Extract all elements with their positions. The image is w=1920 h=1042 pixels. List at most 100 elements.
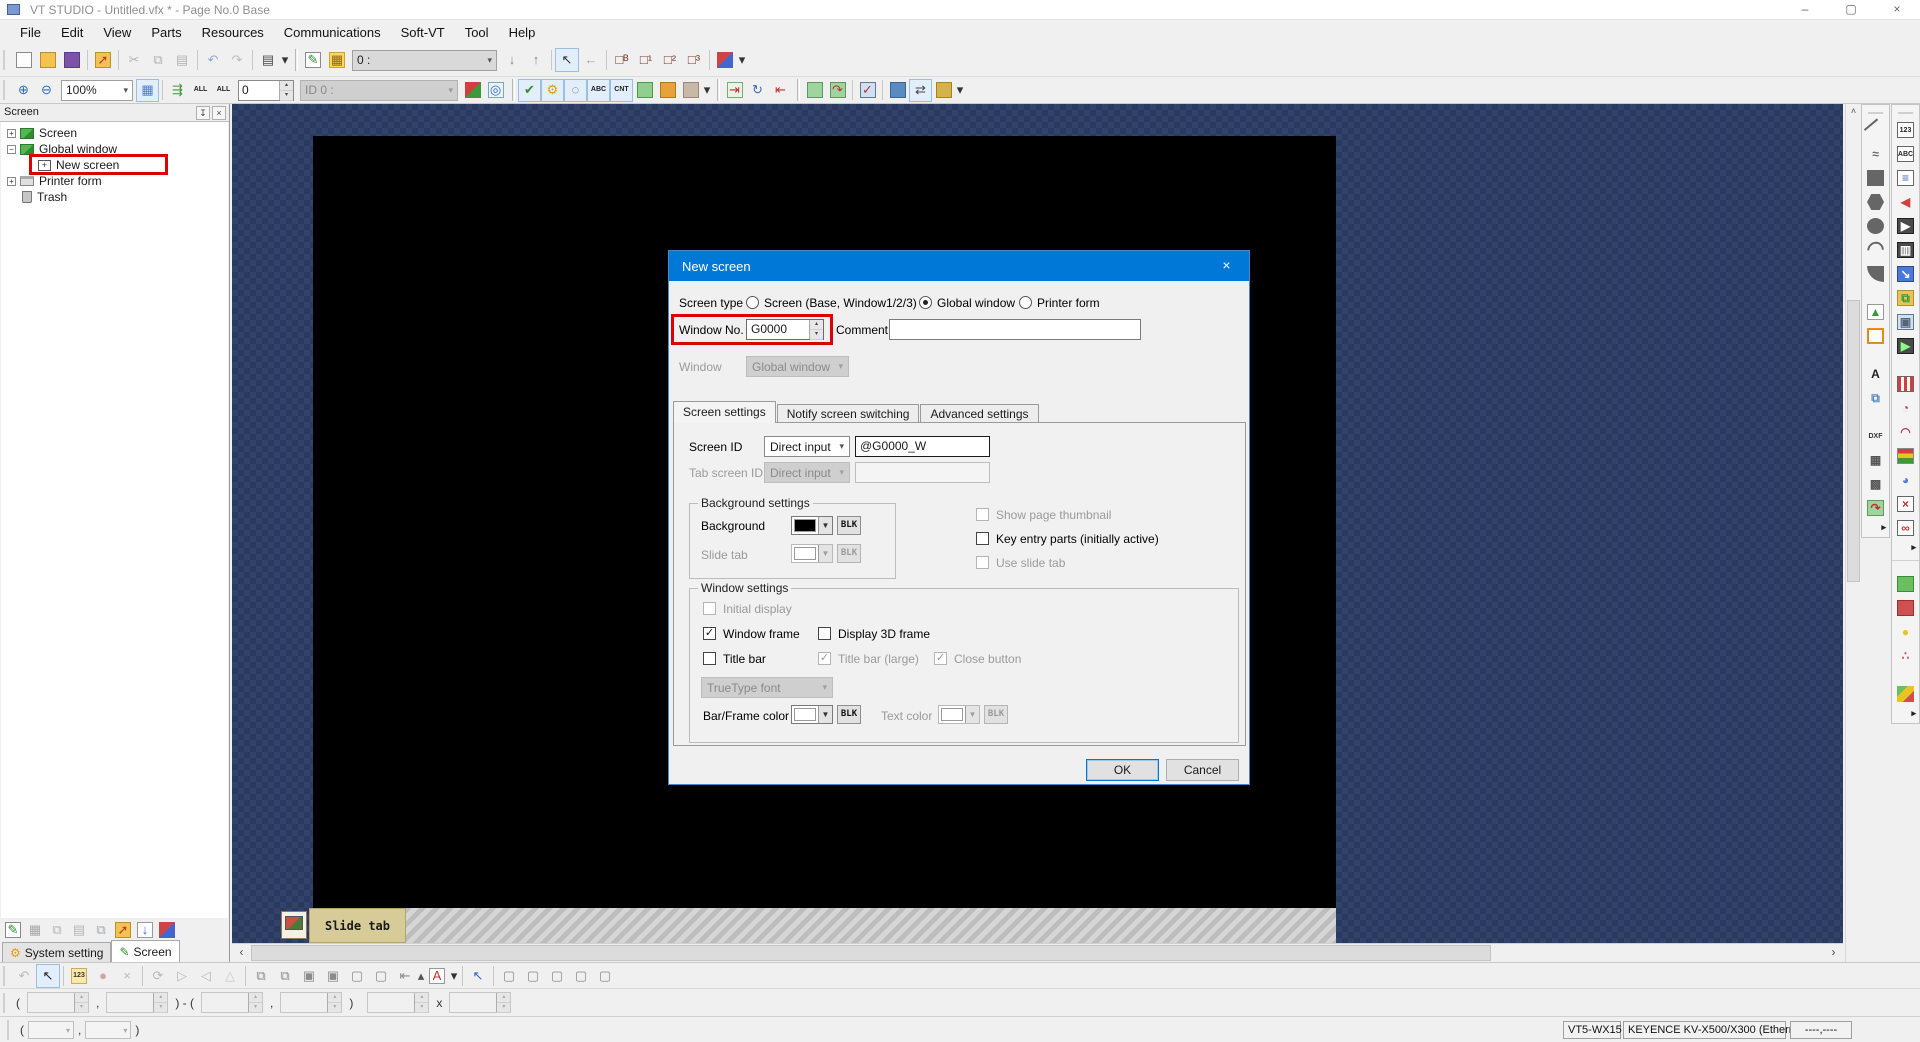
ungroup-icon[interactable]: ▢	[369, 964, 393, 988]
pie-graph-icon[interactable]: ◕	[1892, 468, 1919, 492]
scale-change-icon[interactable]: ↷	[1862, 496, 1889, 520]
frame-tool-icon[interactable]	[1862, 324, 1889, 348]
toolbar-grip[interactable]	[3, 966, 8, 986]
horizontal-scrollbar[interactable]: ‹ ›	[232, 943, 1843, 962]
x2-spinner[interactable]: ▴▾	[201, 992, 263, 1013]
toolbar-grip[interactable]	[3, 993, 8, 1013]
undo-arrange-icon[interactable]: ↶	[12, 964, 36, 988]
analog-meter-icon[interactable]: ◔	[1892, 396, 1919, 420]
arc-tool-icon[interactable]	[1862, 238, 1889, 262]
screen-up-icon[interactable]: ↑	[524, 48, 548, 72]
all-parts-horizontal-icon[interactable]: ALL	[212, 79, 235, 102]
toolbar-grip[interactable]	[3, 80, 8, 100]
window-1-icon[interactable]: □¹	[634, 48, 658, 72]
expand-icon[interactable]: +	[7, 129, 16, 138]
multi-lamp-icon[interactable]: ∴	[1892, 644, 1919, 668]
text-list-icon[interactable]: ABC	[587, 79, 610, 102]
duplicate-screen-icon[interactable]: ⧉	[90, 920, 112, 940]
file-browser-icon[interactable]: ⧉	[1892, 286, 1919, 310]
dxf-import-icon[interactable]: DXF	[1862, 424, 1889, 448]
line-tool-icon[interactable]	[1862, 118, 1889, 142]
scroll-right-icon[interactable]: ›	[1824, 944, 1843, 962]
close-button[interactable]: ×	[1874, 0, 1920, 20]
edit-screen-icon[interactable]: ✎	[301, 48, 325, 72]
transfer-to-vt-icon[interactable]: ⇥	[723, 79, 746, 102]
touch-switch-icon[interactable]	[1892, 572, 1919, 596]
text-tool-icon[interactable]: A	[1862, 362, 1889, 386]
scrollbar-thumb[interactable]	[1847, 300, 1860, 582]
align-parts-icon[interactable]: ⇶	[166, 79, 189, 102]
comm-setting-icon[interactable]	[932, 79, 955, 102]
tree-item-printer-form[interactable]: + Printer form	[1, 173, 228, 189]
copy-screen-icon[interactable]: ⧉	[46, 920, 68, 940]
movie-player-icon[interactable]: ▶	[1892, 214, 1919, 238]
select-all-icon[interactable]: ▢	[497, 964, 521, 988]
screen-capture-icon[interactable]: ↘	[1892, 262, 1919, 286]
scroll-up-icon[interactable]: ˄	[1846, 104, 1861, 120]
menu-item[interactable]: Communications	[274, 22, 391, 43]
image-viewer-icon[interactable]: ▣	[1892, 310, 1919, 334]
screen-id-input[interactable]: @G0000_W	[855, 436, 990, 457]
select-prev-icon[interactable]: ▢	[593, 964, 617, 988]
save-icon[interactable]	[60, 48, 84, 72]
menu-item[interactable]: Soft-VT	[391, 22, 455, 43]
library-icon[interactable]	[656, 79, 679, 102]
flip-vertical-icon[interactable]: ◁	[194, 964, 218, 988]
select-parts-only-icon[interactable]: ▢	[521, 964, 545, 988]
overlap-display-icon[interactable]	[713, 48, 737, 72]
line-graph-icon[interactable]: ×	[1892, 492, 1919, 516]
ok-button[interactable]: OK	[1086, 759, 1159, 781]
expand-icon[interactable]: +	[7, 177, 16, 186]
y2-spinner[interactable]: ▴▾	[280, 992, 342, 1013]
ellipse-tool-icon[interactable]	[1862, 214, 1889, 238]
tab-system-setting[interactable]: ⚙ System setting	[2, 942, 111, 962]
vt-system-setting-icon[interactable]	[886, 79, 909, 102]
radio-printer-form-label[interactable]: Printer form	[1037, 296, 1100, 310]
select-cursor-icon[interactable]: ↖	[36, 964, 60, 988]
menu-item[interactable]: Edit	[51, 22, 93, 43]
overlap-menu-arrow[interactable]: ▾	[737, 48, 747, 72]
slide-tab[interactable]: Slide tab	[309, 908, 406, 943]
movie-file-icon[interactable]: ▥	[1892, 238, 1919, 262]
simulator-icon[interactable]	[633, 79, 656, 102]
text-display-icon[interactable]: ABC	[1892, 142, 1919, 166]
screen-id-mode-combo[interactable]: Direct input▾	[764, 436, 850, 457]
jump-back-icon[interactable]: ←	[579, 48, 603, 72]
table-tool-icon[interactable]: ▦	[1862, 448, 1889, 472]
zoom-out-icon[interactable]: ⊖	[35, 79, 58, 102]
title-bar-checkbox[interactable]	[703, 652, 716, 665]
bar-meter-icon[interactable]	[1892, 372, 1919, 396]
display-3d-frame-label[interactable]: Display 3D frame	[838, 627, 930, 641]
zoom-in-icon[interactable]: ⊕	[12, 79, 35, 102]
paste-icon[interactable]: ▤	[170, 48, 194, 72]
width-spinner[interactable]: ▴▾	[367, 992, 429, 1013]
close-icon[interactable]: ×	[212, 106, 226, 120]
image-tool-icon[interactable]: ▲	[1862, 300, 1889, 324]
parts-number-icon[interactable]: 123	[67, 964, 91, 988]
table-style-tool-icon[interactable]: ▩	[1862, 472, 1889, 496]
screen-copy-icon[interactable]	[803, 79, 826, 102]
transfer-from-vt-icon[interactable]: ⇤	[769, 79, 792, 102]
slide-tab-thumbnail-icon[interactable]	[281, 911, 307, 939]
radio-screen-base-label[interactable]: Screen (Base, Window1/2/3)	[764, 296, 917, 310]
toolbar-grip[interactable]	[3, 50, 8, 70]
window-frame-label[interactable]: Window frame	[723, 627, 800, 641]
sector-tool-icon[interactable]	[1862, 262, 1889, 286]
tree-item-trash[interactable]: Trash	[1, 189, 228, 205]
transfer-direction-icon[interactable]: ⇄	[909, 79, 932, 102]
undo-icon[interactable]: ↶	[201, 48, 225, 72]
export-file-icon[interactable]: ➚	[91, 48, 115, 72]
radio-global-window-label[interactable]: Global window	[937, 296, 1015, 310]
select-parts-icon[interactable]: ↖	[555, 48, 579, 72]
tab-notify-screen-switching[interactable]: Notify screen switching	[777, 404, 920, 423]
export-screen-icon[interactable]: ➚	[112, 920, 134, 940]
comment-tool-icon[interactable]: ⧉	[1862, 386, 1889, 410]
device-search-icon[interactable]: ◎	[484, 79, 507, 102]
rotate-icon[interactable]: ⟳	[146, 964, 170, 988]
tab-advanced-settings[interactable]: Advanced settings	[920, 404, 1038, 423]
title-bar-label[interactable]: Title bar	[723, 652, 766, 666]
send-to-back-icon[interactable]: ⧉	[273, 964, 297, 988]
vt-error-monitor-icon[interactable]: ✓	[856, 79, 879, 102]
window-3-icon[interactable]: □³	[682, 48, 706, 72]
screen-move-icon[interactable]: ↷	[826, 79, 849, 102]
